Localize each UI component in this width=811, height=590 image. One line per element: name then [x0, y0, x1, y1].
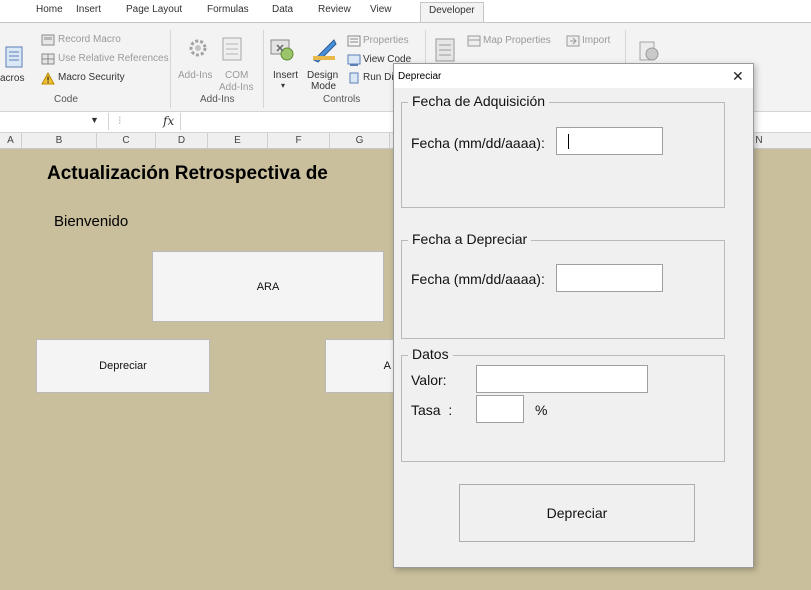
insert-controls-icon [270, 39, 294, 61]
add-ins-group-label: Add-Ins [200, 94, 235, 105]
text-cursor [568, 134, 569, 149]
design-mode-line2[interactable]: Mode [311, 81, 336, 92]
depreciar-dialog: Depreciar ✕ Fecha de Adquisición Fecha (… [393, 63, 754, 568]
view-code-icon [347, 54, 361, 66]
column-header-b[interactable]: B [22, 133, 97, 148]
column-header-g[interactable]: G [330, 133, 390, 148]
chevron-down-icon: ▾ [281, 81, 286, 90]
warning-icon [41, 72, 55, 85]
macro-security-button[interactable]: Macro Security [58, 72, 125, 83]
datos-frame: Datos Valor: Tasa : % [401, 346, 725, 462]
fecha-adquisicion-label: Fecha (mm/dd/aaaa): [411, 135, 545, 151]
run-dialog-button[interactable]: Run Di [363, 72, 394, 83]
fecha-adquisicion-legend: Fecha de Adquisición [408, 93, 550, 109]
macros-button-label[interactable]: acros [0, 73, 24, 84]
ribbon-tab-bar: Home Insert Page Layout Formulas Data Re… [0, 0, 811, 22]
fecha-depreciar-frame: Fecha a Depreciar Fecha (mm/dd/aaaa): [401, 231, 725, 339]
tab-view[interactable]: View [370, 4, 392, 15]
source-icon [435, 38, 455, 62]
tab-page-layout[interactable]: Page Layout [126, 4, 182, 15]
column-header-a[interactable]: A [0, 133, 22, 148]
fecha-adquisicion-input[interactable] [556, 127, 663, 155]
add-ins-button[interactable]: Add-Ins [178, 70, 212, 81]
record-macro-button[interactable]: Record Macro [58, 34, 121, 45]
record-macro-icon [41, 34, 55, 46]
add-ins-gear-icon [189, 39, 207, 57]
column-header-c[interactable]: C [97, 133, 156, 148]
tab-home[interactable]: Home [36, 4, 63, 15]
percent-sign: % [535, 402, 548, 418]
import-icon [566, 35, 580, 47]
fecha-depreciar-input[interactable] [556, 264, 663, 292]
valor-input[interactable] [476, 365, 648, 393]
tab-data[interactable]: Data [272, 4, 293, 15]
column-header-d[interactable]: D [156, 133, 208, 148]
valor-label: Valor: [411, 372, 447, 388]
tab-insert[interactable]: Insert [76, 4, 101, 15]
close-icon[interactable]: ✕ [732, 68, 744, 85]
com-add-ins-line1[interactable]: COM [225, 70, 248, 81]
datos-legend: Datos [408, 346, 453, 362]
dialog-title-bar[interactable]: Depreciar ✕ [394, 64, 753, 88]
ara-button[interactable]: ARA [152, 251, 384, 322]
name-box[interactable]: ▼ [0, 113, 109, 130]
design-mode-line1[interactable]: Design [307, 70, 338, 81]
code-group-label: Code [54, 94, 78, 105]
insert-controls-button[interactable]: Insert [273, 70, 298, 81]
properties-button[interactable]: Properties [363, 35, 409, 46]
column-header-n[interactable]: N [754, 133, 764, 148]
fecha-depreciar-legend: Fecha a Depreciar [408, 231, 532, 247]
depreciar-submit-button[interactable]: Depreciar [459, 484, 695, 542]
use-relative-references-button[interactable]: Use Relative References [58, 53, 169, 64]
depreciar-sheet-button[interactable]: Depreciar [36, 339, 210, 393]
properties-icon [347, 35, 361, 47]
import-button[interactable]: Import [582, 35, 610, 46]
controls-group-label: Controls [323, 94, 361, 105]
sheet-title: Actualización Retrospectiva de [47, 163, 328, 184]
run-dialog-icon [349, 72, 359, 84]
document-panel-icon [639, 41, 659, 61]
relative-references-icon [41, 53, 55, 65]
name-box-dropdown-icon[interactable]: ▼ [90, 115, 99, 125]
fecha-adquisicion-frame: Fecha de Adquisición Fecha (mm/dd/aaaa): [401, 93, 725, 208]
tab-developer[interactable]: Developer [420, 2, 484, 22]
formula-bar-splitter-icon: ⁝ [118, 115, 122, 127]
tasa-label: Tasa : [411, 402, 453, 418]
com-add-ins-icon [222, 37, 242, 61]
design-mode-icon [313, 39, 337, 63]
dialog-title: Depreciar [398, 71, 442, 82]
tab-formulas[interactable]: Formulas [207, 4, 249, 15]
fecha-depreciar-label: Fecha (mm/dd/aaaa): [411, 271, 545, 287]
com-add-ins-line2[interactable]: Add-Ins [219, 82, 253, 93]
tab-review[interactable]: Review [318, 4, 351, 15]
insert-function-button[interactable]: fx [163, 114, 174, 128]
macros-icon[interactable] [4, 45, 26, 69]
ribbon-separator [170, 30, 171, 108]
ribbon-separator [263, 30, 264, 108]
map-properties-button[interactable]: Map Properties [483, 35, 551, 46]
column-header-f[interactable]: F [268, 133, 330, 148]
actualizar-sheet-button[interactable]: A [325, 339, 393, 393]
tasa-input[interactable] [476, 395, 524, 423]
column-header-e[interactable]: E [208, 133, 268, 148]
welcome-text: Bienvenido [54, 213, 129, 230]
map-properties-icon [467, 35, 481, 47]
